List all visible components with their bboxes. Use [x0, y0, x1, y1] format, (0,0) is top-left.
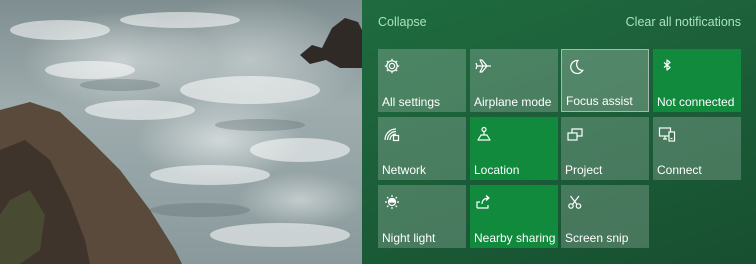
- tile-bluetooth[interactable]: Not connected: [653, 49, 741, 112]
- tile-focus-assist[interactable]: Focus assist: [561, 49, 649, 112]
- clear-all-notifications-link[interactable]: Clear all notifications: [626, 15, 741, 29]
- tile-label: Airplane mode: [474, 95, 552, 109]
- tile-project[interactable]: Project: [561, 117, 649, 180]
- tile-connect[interactable]: Connect: [653, 117, 741, 180]
- tile-all-settings[interactable]: All settings: [378, 49, 466, 112]
- tile-label: Project: [565, 163, 603, 177]
- airplane-icon: [475, 57, 493, 75]
- tile-network[interactable]: Network: [378, 117, 466, 180]
- tile-nearby-sharing[interactable]: Nearby sharing: [470, 185, 558, 248]
- tile-label: Location: [474, 163, 520, 177]
- screen-snip-icon: [566, 193, 584, 211]
- tile-label: Connect: [657, 163, 702, 177]
- tile-night-light[interactable]: Night light: [378, 185, 466, 248]
- tile-label: Not connected: [657, 95, 735, 109]
- connect-icon: [658, 125, 676, 143]
- location-icon: [475, 125, 493, 143]
- tile-label: All settings: [382, 95, 441, 109]
- share-icon: [475, 193, 493, 211]
- bluetooth-icon: [658, 57, 676, 75]
- sun-icon: [383, 193, 401, 211]
- tile-label: Nearby sharing: [474, 231, 556, 245]
- tile-screen-snip[interactable]: Screen snip: [561, 185, 649, 248]
- action-center-panel: Collapse Clear all notifications All set…: [362, 0, 756, 264]
- tile-label: Network: [382, 163, 427, 177]
- tile-label: Focus assist: [566, 94, 633, 108]
- desktop-wallpaper: [0, 0, 362, 264]
- collapse-link[interactable]: Collapse: [378, 15, 427, 29]
- tile-location[interactable]: Location: [470, 117, 558, 180]
- project-icon: [566, 125, 584, 143]
- tile-label: Night light: [382, 231, 436, 245]
- tile-label: Screen snip: [565, 231, 629, 245]
- gear-icon: [383, 57, 401, 75]
- tile-airplane-mode[interactable]: Airplane mode: [470, 49, 558, 112]
- network-icon: [383, 125, 401, 143]
- moon-icon: [567, 58, 585, 76]
